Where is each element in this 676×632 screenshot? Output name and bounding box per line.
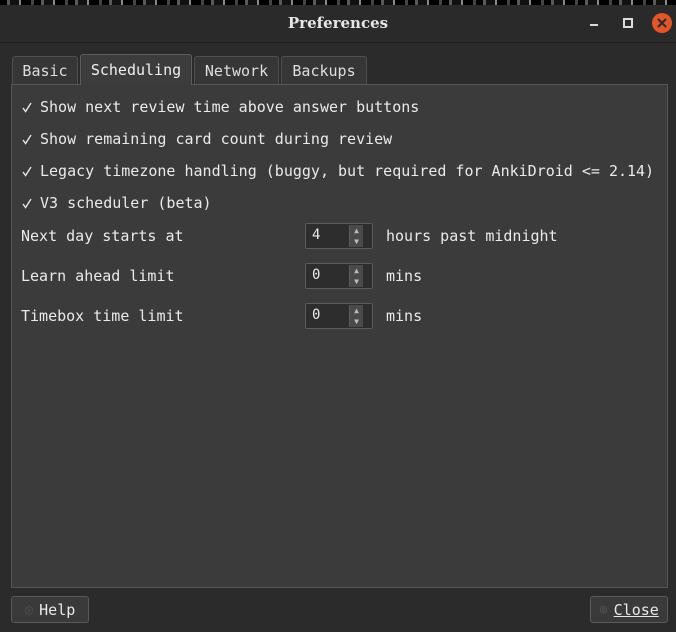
tab-network[interactable]: Network bbox=[194, 56, 279, 84]
close-button[interactable]: ⊗ Close bbox=[590, 596, 668, 623]
tab-scheduling[interactable]: Scheduling bbox=[80, 54, 192, 85]
timebox-label: Timebox time limit bbox=[21, 307, 184, 325]
help-icon: ◎ bbox=[24, 601, 34, 618]
checkbox-legacy-timezone[interactable]: Legacy timezone handling (buggy, but req… bbox=[21, 160, 654, 182]
timebox-spinbox[interactable]: 0 ▲ ▼ bbox=[305, 303, 373, 329]
learn-ahead-label: Learn ahead limit bbox=[21, 267, 175, 285]
checkbox-show-remaining-card-count[interactable]: Show remaining card count during review bbox=[21, 128, 392, 150]
checkbox-label: Show next review time above answer butto… bbox=[40, 98, 420, 116]
arrow-down-icon[interactable]: ▼ bbox=[350, 276, 363, 287]
arrow-down-icon[interactable]: ▼ bbox=[350, 236, 363, 247]
next-day-label: Next day starts at bbox=[21, 227, 184, 245]
checkbox-v3-scheduler[interactable]: V3 scheduler (beta) bbox=[21, 192, 212, 214]
learn-ahead-unit: mins bbox=[386, 267, 423, 285]
window-close-button[interactable] bbox=[652, 13, 672, 33]
close-button-label: Close bbox=[613, 600, 659, 619]
close-icon: ⊗ bbox=[599, 601, 608, 618]
minimize-button[interactable] bbox=[584, 13, 604, 33]
close-x-icon bbox=[657, 18, 667, 28]
checkmark-icon bbox=[21, 100, 33, 114]
window-title: Preferences bbox=[287, 14, 389, 32]
checkbox-show-next-review-time[interactable]: Show next review time above answer butto… bbox=[21, 96, 419, 118]
title-bar: Preferences bbox=[0, 5, 676, 43]
checkmark-icon bbox=[21, 164, 33, 178]
tab-backups[interactable]: Backups bbox=[281, 56, 367, 84]
spinbox-value: 0 bbox=[312, 267, 321, 283]
checkmark-icon bbox=[21, 132, 33, 146]
checkbox-label: Legacy timezone handling (buggy, but req… bbox=[40, 162, 655, 180]
next-day-unit: hours past midnight bbox=[386, 227, 558, 245]
spinbox-value: 0 bbox=[312, 307, 321, 323]
arrow-up-icon[interactable]: ▲ bbox=[350, 305, 363, 316]
spinbox-arrows[interactable]: ▲ ▼ bbox=[349, 305, 363, 327]
minimize-icon bbox=[590, 24, 598, 26]
help-button[interactable]: ◎ Help bbox=[11, 596, 89, 623]
spinbox-arrows[interactable]: ▲ ▼ bbox=[349, 265, 363, 287]
maximize-button[interactable] bbox=[618, 13, 638, 33]
spinbox-arrows[interactable]: ▲ ▼ bbox=[349, 225, 363, 247]
arrow-up-icon[interactable]: ▲ bbox=[350, 265, 363, 276]
checkmark-icon bbox=[21, 196, 33, 210]
checkbox-label: Show remaining card count during review bbox=[40, 130, 393, 148]
timebox-unit: mins bbox=[386, 307, 423, 325]
arrow-down-icon[interactable]: ▼ bbox=[350, 316, 363, 327]
help-button-label: Help bbox=[39, 600, 76, 619]
spinbox-value: 4 bbox=[312, 227, 321, 243]
next-day-spinbox[interactable]: 4 ▲ ▼ bbox=[305, 223, 373, 249]
learn-ahead-spinbox[interactable]: 0 ▲ ▼ bbox=[305, 263, 373, 289]
tab-basic[interactable]: Basic bbox=[12, 56, 78, 84]
maximize-icon bbox=[623, 18, 633, 28]
checkbox-label: V3 scheduler (beta) bbox=[40, 194, 212, 212]
arrow-up-icon[interactable]: ▲ bbox=[350, 225, 363, 236]
